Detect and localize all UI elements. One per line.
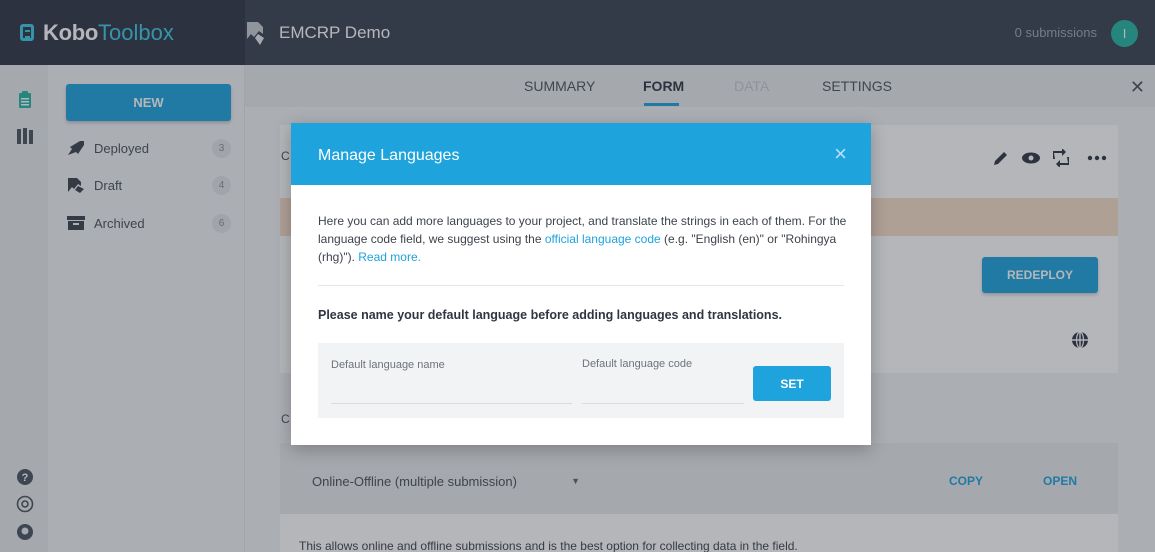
modal-title: Manage Languages [318,147,460,164]
default-language-warning: Please name your default language before… [318,308,782,322]
modal-header: Manage Languages × [291,123,871,185]
default-language-form: Default language name Default language c… [318,343,844,418]
manage-languages-modal: Manage Languages × Here you can add more… [291,123,871,445]
default-language-code-input[interactable] [582,403,744,404]
divider [318,285,844,286]
modal-close-icon[interactable]: × [834,141,847,167]
default-language-name-label: Default language name [331,359,445,371]
set-button[interactable]: SET [753,366,831,401]
default-language-code-label: Default language code [582,358,693,370]
modal-description: Here you can add more languages to your … [318,212,848,266]
official-language-code-link[interactable]: official language code [545,232,661,246]
read-more-link[interactable]: Read more. [358,250,421,264]
default-language-name-input[interactable] [331,403,572,404]
